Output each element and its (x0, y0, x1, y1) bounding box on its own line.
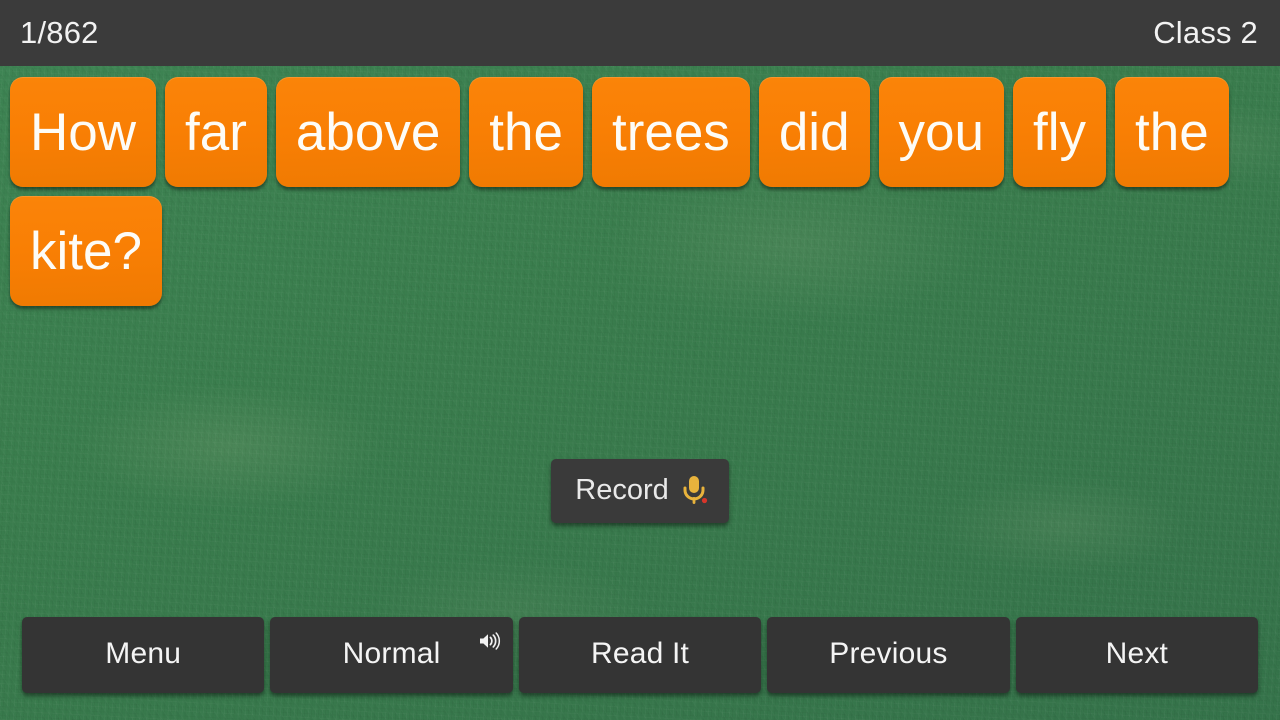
next-button-label: Next (1105, 637, 1169, 670)
word-tile[interactable]: trees (591, 77, 750, 187)
read-it-button[interactable]: Read It (518, 617, 762, 693)
class-label: Class 2 (1153, 15, 1258, 50)
word-tile[interactable]: the (469, 77, 583, 187)
top-status-bar: 1/862 Class 2 (0, 0, 1280, 66)
sentence-word-tiles: How far above the trees did you fly the … (0, 68, 1280, 306)
read-it-button-label: Read It (590, 637, 690, 670)
previous-button-label: Previous (829, 637, 948, 670)
menu-button[interactable]: Menu (22, 617, 265, 693)
previous-button[interactable]: Previous (767, 617, 1010, 693)
app-root: 1/862 Class 2 How far above the trees di… (0, 0, 1280, 720)
bottom-toolbar: Menu Normal Read It Previous Next (0, 617, 1280, 693)
microphone-icon (679, 474, 709, 508)
record-button-label: Record (575, 473, 669, 506)
word-tile[interactable]: kite? (10, 196, 162, 306)
speed-normal-button-label: Normal (342, 637, 441, 670)
progress-counter: 1/862 (20, 15, 99, 50)
word-tile[interactable]: the (1115, 77, 1229, 187)
menu-button-label: Menu (105, 637, 182, 670)
record-button[interactable]: Record (551, 459, 729, 523)
speed-normal-button[interactable]: Normal (270, 617, 513, 693)
next-button[interactable]: Next (1015, 617, 1259, 693)
word-tile[interactable]: above (275, 77, 461, 187)
word-tile[interactable]: fly (1013, 77, 1106, 187)
word-tile[interactable]: far (165, 77, 267, 187)
record-button-container: Record (0, 459, 1280, 523)
speaker-icon (479, 624, 501, 650)
word-tile[interactable]: you (878, 77, 1004, 187)
word-tile[interactable]: did (758, 77, 870, 187)
word-tile[interactable]: How (10, 77, 157, 187)
